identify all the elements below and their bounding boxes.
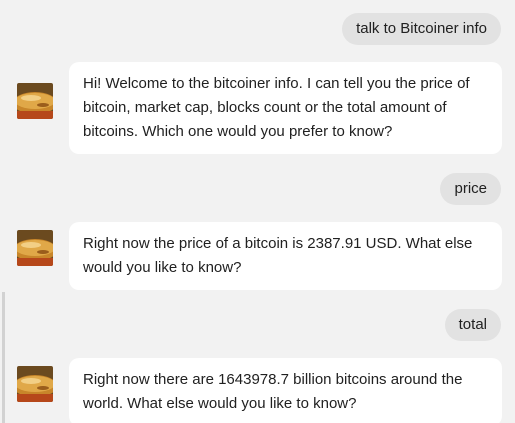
agent-message-bubble: Right now there are 1643978.7 billion bi… (69, 358, 502, 423)
user-message-text: total (458, 316, 487, 333)
agent-message-text: Hi! Welcome to the bitcoiner info. I can… (83, 75, 470, 140)
bitcoin-coin-avatar-icon (17, 366, 53, 402)
chat-transcript: talk to Bitcoiner info Hi! Welcome to th… (0, 0, 515, 423)
user-message-bubble: talk to Bitcoiner info (342, 13, 501, 45)
user-message-text: talk to Bitcoiner info (356, 20, 487, 37)
bitcoin-coin-avatar-icon (17, 83, 53, 119)
agent-message-bubble: Right now the price of a bitcoin is 2387… (69, 222, 502, 290)
user-message-bubble: total (444, 309, 501, 341)
user-message-bubble: price (440, 173, 501, 205)
bitcoin-coin-avatar-icon (17, 230, 53, 266)
agent-message-bubble: Hi! Welcome to the bitcoiner info. I can… (69, 62, 502, 154)
user-message-text: price (454, 180, 487, 197)
scroll-indicator (2, 292, 5, 423)
agent-message-text: Right now the price of a bitcoin is 2387… (83, 235, 473, 276)
agent-message-text: Right now there are 1643978.7 billion bi… (83, 371, 463, 412)
